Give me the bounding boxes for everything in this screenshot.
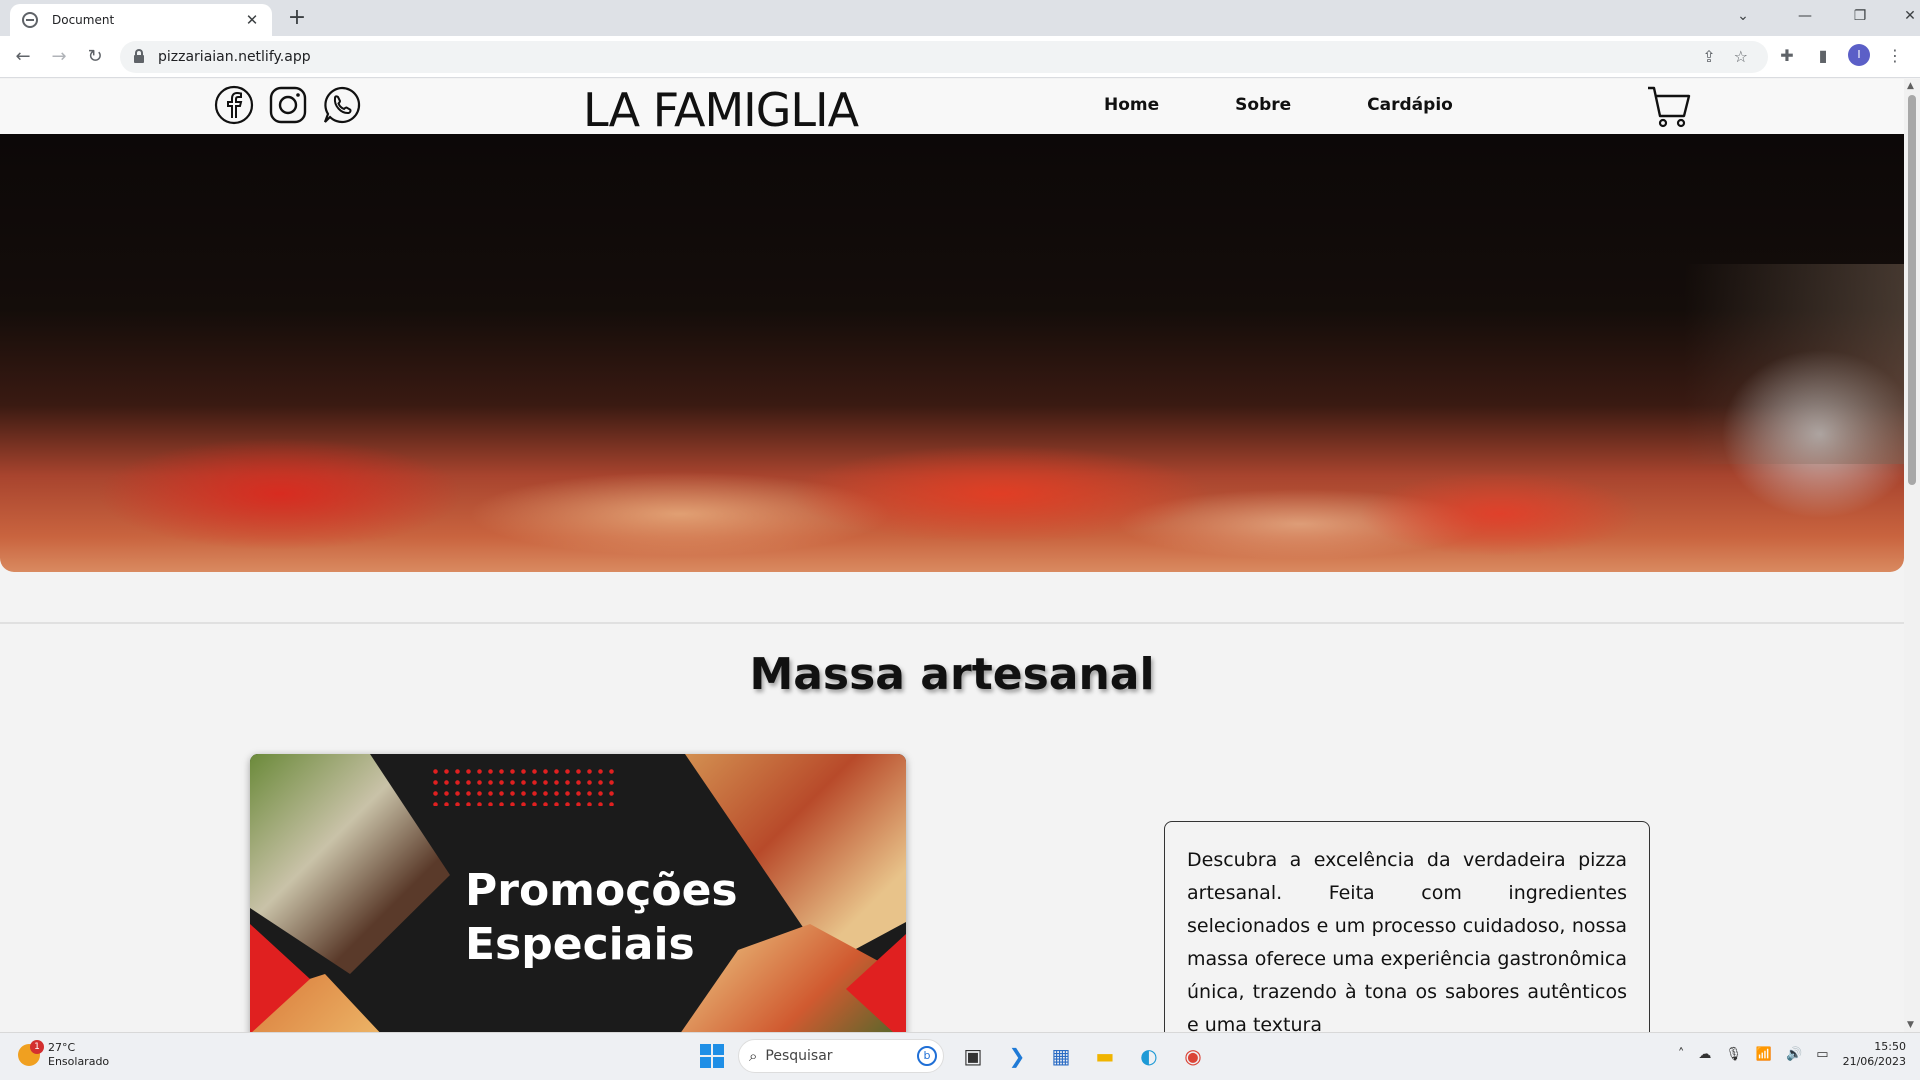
nav-home[interactable]: Home [1104,95,1159,115]
cart-icon[interactable] [1646,83,1692,129]
nav-sobre[interactable]: Sobre [1235,95,1291,115]
onedrive-icon[interactable]: ☁ [1698,1047,1711,1062]
volume-icon[interactable]: 🔊 [1786,1047,1802,1062]
back-icon[interactable]: ← [10,44,36,70]
reload-icon[interactable]: ↻ [82,44,108,70]
close-window-icon[interactable]: ✕ [1890,8,1920,24]
browser-toolbar: ← → ↻ pizzariaian.netlify.app ⇪ ☆ ✚ ▮ I … [0,36,1920,78]
chrome-icon[interactable]: ◉ [1178,1041,1208,1071]
promo-title: Promoções Especiais [465,865,738,970]
tab-title: Document [52,13,115,27]
search-icon: ⌕ [749,1047,758,1065]
store-icon[interactable]: ▦ [1046,1041,1076,1071]
vscode-icon[interactable]: ❯ [1002,1041,1032,1071]
browser-tab[interactable]: Document ✕ [10,4,272,36]
instagram-icon[interactable] [268,85,308,125]
scrollbar-thumb[interactable] [1908,95,1916,485]
clock[interactable]: 15:50 21/06/2023 [1843,1039,1906,1069]
section-divider [0,622,1904,624]
clock-time: 15:50 [1874,1040,1906,1053]
taskbar-apps: ⌕ Pesquisar b ▣ ❯ ▦ ▬ ◐ ◉ [700,1039,1208,1073]
clock-date: 21/06/2023 [1842,1055,1906,1068]
task-view-icon[interactable]: ▣ [958,1041,988,1071]
nav-cardapio[interactable]: Cardápio [1367,95,1453,115]
social-links [214,85,362,125]
tab-search-icon[interactable]: ⌄ [1728,8,1758,24]
browser-tab-bar: Document ✕ + ⌄ — ❐ ✕ [0,0,1920,36]
microphone-icon[interactable]: 🎙 [1725,1047,1742,1062]
scroll-down-icon[interactable]: ▼ [1907,1020,1914,1030]
page-viewport: LA FAMIGLIA Home Sobre Cardápio Massa ar… [0,79,1904,1032]
wifi-icon[interactable]: 📶 [1756,1047,1772,1062]
globe-icon [22,12,38,28]
url-text[interactable]: pizzariaian.netlify.app [158,49,311,65]
profile-avatar[interactable]: I [1848,44,1870,66]
file-explorer-icon[interactable]: ▬ [1090,1041,1120,1071]
edge-icon[interactable]: ◐ [1134,1041,1164,1071]
side-panel-icon[interactable]: ▮ [1812,46,1834,65]
minimize-icon[interactable]: — [1780,8,1830,24]
sun-icon: 1 [18,1040,44,1066]
bing-icon[interactable]: b [917,1046,937,1066]
weather-widget[interactable]: 1 27°C Ensolarado [18,1040,110,1069]
scroll-up-icon[interactable]: ▲ [1907,81,1914,91]
taskbar-search-placeholder: Pesquisar [765,1048,833,1064]
site-logo[interactable]: LA FAMIGLIA [583,83,859,137]
battery-icon[interactable]: ▭ [1816,1047,1828,1062]
bookmark-star-icon[interactable]: ☆ [1734,47,1748,66]
windows-start-icon[interactable] [700,1044,724,1068]
share-icon[interactable]: ⇪ [1702,47,1715,66]
forward-icon[interactable]: → [46,44,72,70]
extensions-icon[interactable]: ✚ [1776,46,1798,65]
weather-temp: 27°C [48,1041,76,1054]
site-nav: Home Sobre Cardápio [1104,95,1453,115]
site-header: LA FAMIGLIA Home Sobre Cardápio [0,79,1904,137]
taskbar-search[interactable]: ⌕ Pesquisar b [738,1039,944,1073]
window-controls: ⌄ — ❐ ✕ [1728,2,1920,30]
tab-close-icon[interactable]: ✕ [244,11,260,29]
address-bar[interactable]: pizzariaian.netlify.app ⇪ ☆ [120,41,1768,73]
decorative-dots [430,766,620,806]
windows-taskbar: 1 27°C Ensolarado ⌕ Pesquisar b ▣ ❯ ▦ ▬ … [0,1032,1920,1080]
page-scrollbar[interactable]: ▲ ▼ [1904,79,1920,1032]
whatsapp-icon[interactable] [322,85,362,125]
facebook-icon[interactable] [214,85,254,125]
notification-badge: 1 [30,1040,44,1054]
new-tab-button[interactable]: + [284,5,310,30]
promo-banner-image: Promoções Especiais [250,754,906,1032]
description-box: Descubra a excelência da verdadeira pizz… [1164,821,1650,1032]
menu-icon[interactable]: ⋮ [1884,46,1906,65]
restore-icon[interactable]: ❐ [1840,8,1880,24]
lock-icon[interactable] [134,49,144,63]
system-tray: ˄ ☁ 🎙 📶 🔊 ▭ 15:50 21/06/2023 [1678,1039,1906,1069]
hero-pizza-image [0,134,1904,572]
weather-desc: Ensolarado [48,1055,110,1068]
chevron-up-icon[interactable]: ˄ [1678,1047,1685,1062]
section-title: Massa artesanal [749,649,1155,700]
